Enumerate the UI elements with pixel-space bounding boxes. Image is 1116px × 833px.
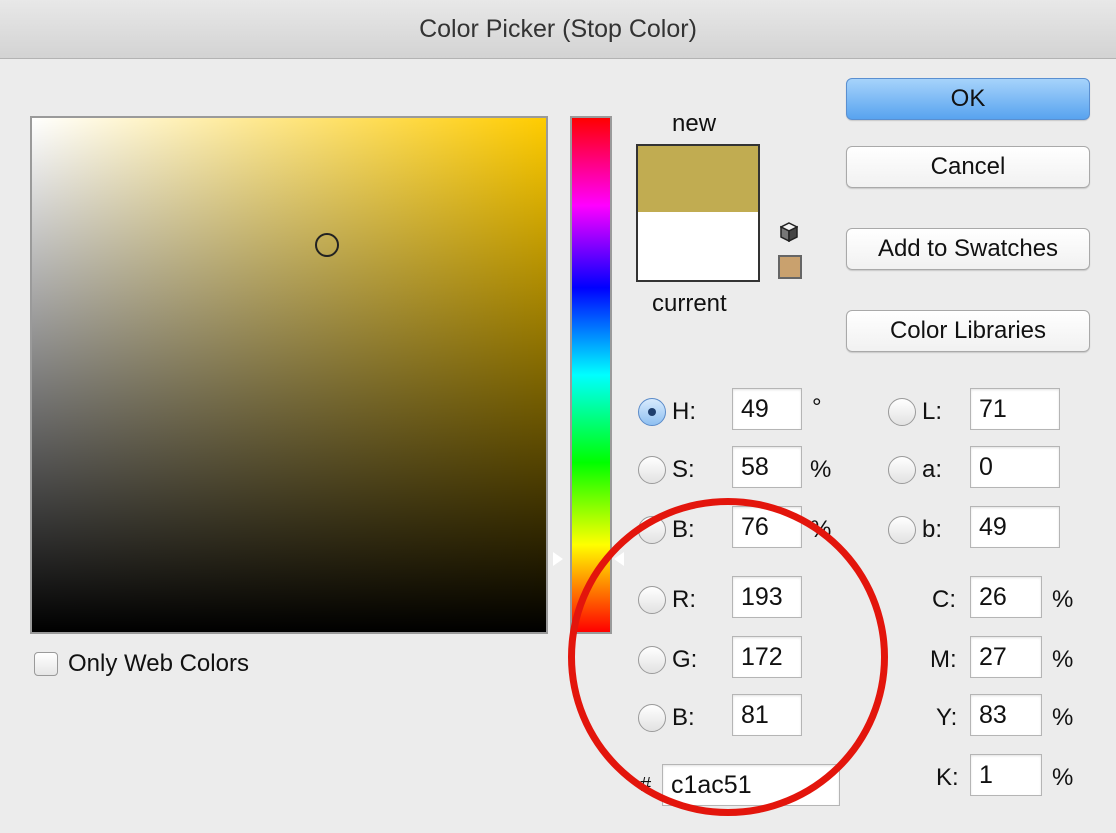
color-preview	[636, 144, 760, 282]
web-safe-swatch-icon[interactable]	[778, 255, 802, 279]
hue-label: H:	[672, 398, 696, 425]
saturation-brightness-field[interactable]	[30, 116, 548, 634]
cyan-label: C:	[932, 586, 956, 613]
brightness-label: B:	[672, 516, 695, 543]
cube-icon[interactable]	[780, 222, 798, 242]
brightness-radio[interactable]	[638, 516, 666, 544]
lightness-field[interactable]: 71	[970, 388, 1060, 430]
yellow-unit: %	[1052, 704, 1074, 731]
saturation-radio[interactable]	[638, 456, 666, 484]
hex-field[interactable]: c1ac51	[662, 764, 840, 806]
black-label: K:	[936, 764, 959, 791]
hue-field[interactable]: 49	[732, 388, 802, 430]
lightness-label: L:	[922, 398, 943, 425]
green-label: G:	[672, 646, 698, 673]
yellow-field[interactable]: 83	[970, 694, 1042, 736]
hue-slider-handle-left[interactable]	[553, 552, 563, 566]
only-web-colors-label: Only Web Colors	[68, 650, 249, 677]
red-field[interactable]: 193	[732, 576, 802, 618]
blue-radio[interactable]	[638, 704, 666, 732]
green-field[interactable]: 172	[732, 636, 802, 678]
hex-prefix: #	[640, 774, 652, 796]
color-selector-ring[interactable]	[315, 233, 339, 257]
brightness-field[interactable]: 76	[732, 506, 802, 548]
lab-b-radio[interactable]	[888, 516, 916, 544]
add-to-swatches-button[interactable]: Add to Swatches	[846, 228, 1090, 270]
magenta-label: M:	[930, 646, 957, 673]
only-web-colors-checkbox[interactable]	[34, 652, 58, 676]
black-unit: %	[1052, 764, 1074, 791]
red-label: R:	[672, 586, 696, 613]
magenta-unit: %	[1052, 646, 1074, 673]
hue-slider[interactable]	[570, 116, 612, 634]
blue-field[interactable]: 81	[732, 694, 802, 736]
lightness-radio[interactable]	[888, 398, 916, 426]
saturation-field[interactable]: 58	[732, 446, 802, 488]
brightness-unit: %	[810, 516, 832, 543]
cyan-unit: %	[1052, 586, 1074, 613]
saturation-label: S:	[672, 456, 695, 483]
lab-b-field[interactable]: 49	[970, 506, 1060, 548]
window-title: Color Picker (Stop Color)	[0, 0, 1116, 59]
preview-current-label: current	[652, 290, 727, 317]
cancel-button[interactable]: Cancel	[846, 146, 1090, 188]
blue-label: B:	[672, 704, 695, 731]
preview-current-swatch[interactable]	[638, 212, 758, 280]
hue-slider-handle-right[interactable]	[614, 552, 624, 566]
preview-new-label: new	[672, 110, 717, 137]
magenta-field[interactable]: 27	[970, 636, 1042, 678]
hue-radio[interactable]	[638, 398, 666, 426]
green-radio[interactable]	[638, 646, 666, 674]
cyan-field[interactable]: 26	[970, 576, 1042, 618]
black-field[interactable]: 1	[970, 754, 1042, 796]
hue-unit: °	[812, 394, 822, 421]
lab-b-label: b:	[922, 516, 943, 543]
preview-new-swatch	[638, 146, 758, 212]
lab-a-label: a:	[922, 456, 943, 483]
lab-a-field[interactable]: 0	[970, 446, 1060, 488]
saturation-unit: %	[810, 456, 832, 483]
color-libraries-button[interactable]: Color Libraries	[846, 310, 1090, 352]
ok-button[interactable]: OK	[846, 78, 1090, 120]
yellow-label: Y:	[936, 704, 958, 731]
red-radio[interactable]	[638, 586, 666, 614]
lab-a-radio[interactable]	[888, 456, 916, 484]
